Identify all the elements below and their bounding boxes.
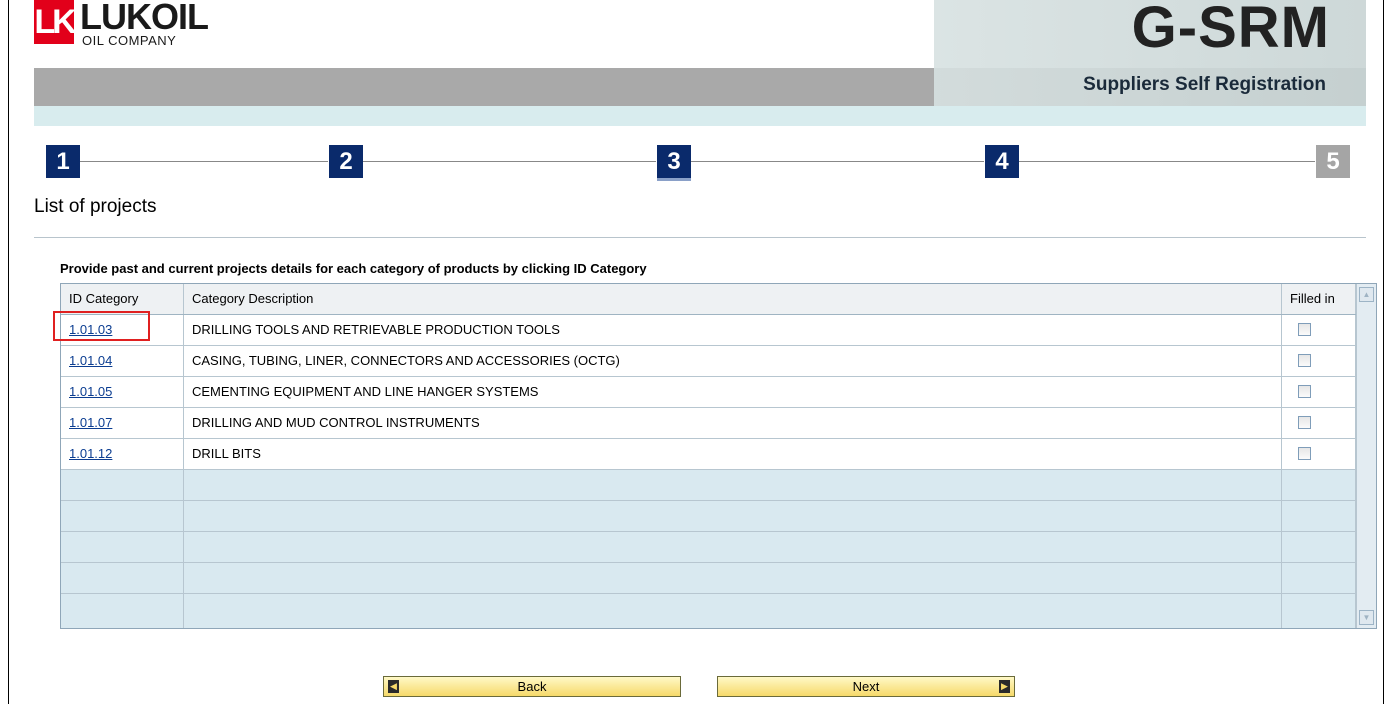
category-description: DRILLING TOOLS AND RETRIEVABLE PRODUCTIO… <box>184 315 1282 345</box>
category-description: CEMENTING EQUIPMENT AND LINE HANGER SYST… <box>184 377 1282 407</box>
category-id-link[interactable]: 1.01.04 <box>69 353 112 368</box>
category-description: DRILL BITS <box>184 439 1282 469</box>
empty-row <box>61 563 1356 594</box>
empty-row <box>61 470 1356 501</box>
step-1: 1 <box>46 145 80 178</box>
table-header: ID Category Category Description Filled … <box>61 284 1356 315</box>
step-connector <box>363 161 656 162</box>
empty-row <box>61 594 1356 628</box>
next-button-label: Next <box>852 679 880 694</box>
scroll-up-icon[interactable]: ▲ <box>1359 287 1374 302</box>
step-2: 2 <box>329 145 363 178</box>
vertical-scrollbar[interactable]: ▲ ▼ <box>1356 284 1376 628</box>
step-3: 3 <box>657 145 691 178</box>
arrow-left-icon: ◀ <box>388 680 399 693</box>
divider <box>34 237 1366 238</box>
step-4: 4 <box>985 145 1019 178</box>
column-header-id[interactable]: ID Category <box>61 284 184 314</box>
filled-in-checkbox[interactable] <box>1298 385 1311 398</box>
filled-in-checkbox[interactable] <box>1298 447 1311 460</box>
step-connector <box>1019 161 1315 162</box>
table-row: 1.01.07 DRILLING AND MUD CONTROL INSTRUM… <box>61 408 1356 439</box>
brand-banner: G-SRM Suppliers Self Registration <box>934 0 1366 106</box>
table-row: 1.01.04 CASING, TUBING, LINER, CONNECTOR… <box>61 346 1356 377</box>
table-row: 1.01.12 DRILL BITS <box>61 439 1356 470</box>
category-id-link[interactable]: 1.01.03 <box>69 322 112 337</box>
category-description: DRILLING AND MUD CONTROL INSTRUMENTS <box>184 408 1282 438</box>
categories-table: ID Category Category Description Filled … <box>53 283 1377 629</box>
empty-row <box>61 532 1356 563</box>
column-header-description[interactable]: Category Description <box>184 284 1282 314</box>
category-id-link[interactable]: 1.01.05 <box>69 384 112 399</box>
column-header-filled[interactable]: Filled in <box>1282 284 1356 314</box>
step-connector <box>80 161 328 162</box>
arrow-right-icon: ▶ <box>999 680 1010 693</box>
page-title: List of projects <box>34 196 157 217</box>
brand-subtitle: Suppliers Self Registration <box>1083 74 1326 95</box>
filled-in-checkbox[interactable] <box>1298 354 1311 367</box>
back-button[interactable]: ◀ Back <box>383 676 681 697</box>
logo-subtitle: OIL COMPANY <box>82 33 177 48</box>
table-row: 1.01.03 DRILLING TOOLS AND RETRIEVABLE P… <box>53 311 1356 346</box>
empty-row <box>61 501 1356 532</box>
scroll-down-icon[interactable]: ▼ <box>1359 610 1374 625</box>
filled-in-checkbox[interactable] <box>1298 416 1311 429</box>
category-description: CASING, TUBING, LINER, CONNECTORS AND AC… <box>184 346 1282 376</box>
back-button-label: Back <box>517 679 547 694</box>
step-5: 5 <box>1316 145 1350 178</box>
brand-title: G-SRM <box>1131 0 1330 60</box>
category-id-link[interactable]: 1.01.07 <box>69 415 112 430</box>
header-strip <box>34 106 1366 126</box>
table-row: 1.01.05 CEMENTING EQUIPMENT AND LINE HAN… <box>61 377 1356 408</box>
logo-mark: LK <box>34 0 77 44</box>
step-connector <box>691 161 984 162</box>
category-id-link[interactable]: 1.01.12 <box>69 446 112 461</box>
filled-in-checkbox[interactable] <box>1298 323 1311 336</box>
next-button[interactable]: Next ▶ <box>717 676 1015 697</box>
instruction-text: Provide past and current projects detail… <box>60 261 647 276</box>
